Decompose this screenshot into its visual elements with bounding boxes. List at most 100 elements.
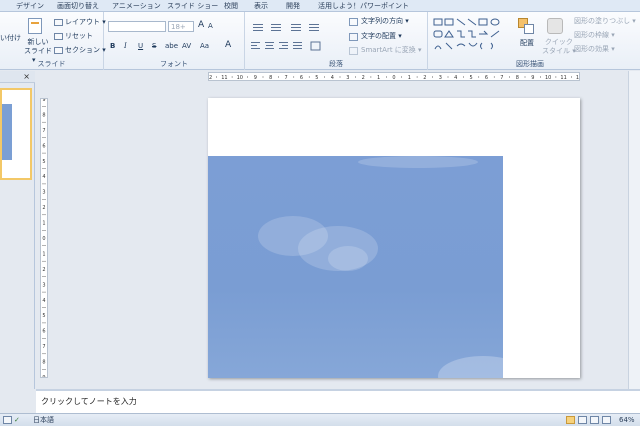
notes-placeholder[interactable]: クリックしてノートを入力 — [41, 396, 137, 407]
grow-font-button[interactable]: A — [198, 21, 204, 30]
ruler-label: 7 — [500, 75, 503, 80]
shapes-gallery[interactable] — [432, 16, 510, 54]
tab-review[interactable]: 校閲 — [224, 1, 238, 11]
close-pane-icon[interactable]: × — [23, 72, 30, 82]
vertical-scrollbar[interactable] — [628, 71, 640, 389]
vertical-ruler-ticks: 9 8 7 6 5 4 3 2 1 0 1 2 3 4 5 6 7 8 9 — [42, 97, 46, 381]
layout-button[interactable]: レイアウト ▾ — [65, 18, 106, 27]
ruler-label: 9 — [531, 75, 534, 80]
ruler-label: 7 — [42, 344, 45, 350]
shadow-button[interactable]: abe — [165, 42, 178, 51]
ruler-label: 0 — [42, 236, 45, 242]
tab-custom-addin[interactable]: 活用しよう！パワーポイント — [318, 1, 409, 11]
convert-smartart-button[interactable]: SmartArt に変換 ▾ — [361, 46, 422, 55]
vertical-ruler[interactable]: 9 8 7 6 5 4 3 2 1 0 1 2 3 4 5 6 7 8 9 — [40, 97, 48, 381]
align-text-button[interactable]: 文字の配置 ▾ — [361, 32, 402, 41]
slide-canvas[interactable] — [208, 98, 580, 378]
horizontal-ruler[interactable]: 1211109876543210123456789101112 — [206, 72, 582, 81]
shape-effects-button[interactable]: 図形の効果 ▾ — [574, 45, 615, 54]
spellcheck-icon[interactable]: ✓ — [14, 416, 20, 425]
list-icons[interactable] — [251, 21, 339, 33]
ruler-label: 10 — [237, 75, 243, 80]
shape-outline-button[interactable]: 図形の枠線 ▾ — [574, 31, 615, 40]
new-slide-button[interactable]: 新しい スライド — [24, 38, 52, 56]
ruler-label: 4 — [454, 75, 457, 80]
ruler-label: 11 — [221, 75, 227, 80]
arrange-icon — [518, 18, 536, 36]
ruler-label: 1 — [42, 221, 45, 227]
paste-edge-label: い付け — [0, 34, 21, 42]
quick-styles-button[interactable]: クイック スタイル ▾ — [542, 38, 576, 56]
layout-icon — [54, 19, 63, 26]
reset-icon — [54, 33, 63, 40]
sky-photo[interactable] — [208, 156, 503, 378]
ruler-label: 6 — [485, 75, 488, 80]
tab-developer[interactable]: 開発 — [286, 1, 300, 11]
align-icons[interactable] — [249, 40, 345, 52]
ribbon: い付け 新しい スライド ▾ レイアウト ▾ リセット セクション ▾ スライド… — [0, 12, 640, 70]
ruler-label: 4 — [42, 174, 45, 180]
paragraph-group: 文字列の方向 ▾ 文字の配置 ▾ SmartArt に変換 ▾ 段落 — [245, 12, 428, 70]
ruler-label: 9 — [42, 99, 45, 103]
ruler-label: 12 — [576, 75, 579, 80]
new-slide-icon[interactable] — [28, 18, 42, 34]
thumbnail-photo — [2, 104, 12, 160]
ruler-label: 12 — [209, 75, 212, 80]
tab-transitions[interactable]: 画面切り替え — [57, 1, 99, 11]
slide-view-icon[interactable] — [3, 416, 12, 424]
bold-button[interactable]: B — [110, 42, 115, 51]
zoom-level[interactable]: 64% — [619, 416, 635, 425]
ruler-label: 6 — [42, 329, 45, 335]
font-name-box[interactable] — [108, 21, 166, 32]
tab-design[interactable]: デザイン — [16, 1, 44, 11]
tab-animations[interactable]: アニメーション — [112, 1, 161, 11]
notes-pane[interactable]: クリックしてノートを入力 — [36, 389, 640, 413]
text-direction-icon — [349, 18, 358, 26]
font-color-button[interactable]: A — [225, 41, 231, 50]
ruler-label: 3 — [439, 75, 442, 80]
font-size-box[interactable]: 18+ — [168, 21, 194, 32]
cloud-shape — [328, 246, 368, 271]
char-spacing-button[interactable]: AV — [182, 42, 191, 51]
font-group-label: フォント — [160, 60, 188, 68]
shape-fill-button[interactable]: 図形の塗りつぶし ▾ — [574, 17, 636, 26]
shrink-font-button[interactable]: A — [208, 22, 213, 31]
slides-group: い付け 新しい スライド ▾ レイアウト ▾ リセット セクション ▾ スライド — [0, 12, 106, 70]
ruler-label: 1 — [42, 251, 45, 257]
ruler-label: 5 — [315, 75, 318, 80]
ruler-label: 3 — [346, 75, 349, 80]
slideshow-view-icon[interactable] — [602, 416, 611, 424]
cloud-shape — [358, 156, 478, 168]
language-indicator[interactable]: 日本語 — [33, 416, 54, 425]
strikethrough-button[interactable]: S — [152, 42, 156, 51]
normal-view-icon[interactable] — [566, 416, 575, 424]
ruler-label: 5 — [42, 159, 45, 165]
ruler-label: 10 — [545, 75, 551, 80]
ruler-label: 8 — [269, 75, 272, 80]
tab-view[interactable]: 表示 — [254, 1, 268, 11]
section-icon — [54, 47, 63, 54]
change-case-button[interactable]: Aa — [200, 42, 209, 51]
arrange-button[interactable]: 配置 — [520, 39, 534, 48]
slide-thumbnail-1[interactable] — [0, 88, 32, 180]
italic-button[interactable]: I — [124, 42, 127, 51]
ruler-label: 7 — [285, 75, 288, 80]
ruler-label: 9 — [42, 375, 45, 377]
status-bar: ✓ 日本語 64% — [0, 413, 640, 426]
text-direction-button[interactable]: 文字列の方向 ▾ — [361, 17, 409, 26]
reset-button[interactable]: リセット — [65, 32, 93, 41]
reading-view-icon[interactable] — [590, 416, 599, 424]
slides-thumbnail-pane: × — [0, 71, 35, 389]
ribbon-tab-bar: デザイン 画面切り替え アニメーション スライド ショー 校閲 表示 開発 活用… — [0, 0, 640, 12]
section-button[interactable]: セクション ▾ — [65, 46, 106, 55]
slide-sorter-icon[interactable] — [578, 416, 587, 424]
drawing-group: 配置 クイック スタイル ▾ 図形の塗りつぶし ▾ 図形の枠線 ▾ 図形の効果 … — [428, 12, 640, 70]
slides-group-label: スライド — [37, 60, 66, 68]
ruler-label: 6 — [300, 75, 303, 80]
ruler-label: 5 — [42, 313, 45, 319]
underline-button[interactable]: U — [138, 42, 143, 51]
ruler-label: 8 — [42, 360, 45, 366]
quick-styles-icon — [547, 18, 563, 34]
paragraph-group-label: 段落 — [329, 60, 343, 68]
tab-slideshow[interactable]: スライド ショー — [167, 1, 218, 11]
